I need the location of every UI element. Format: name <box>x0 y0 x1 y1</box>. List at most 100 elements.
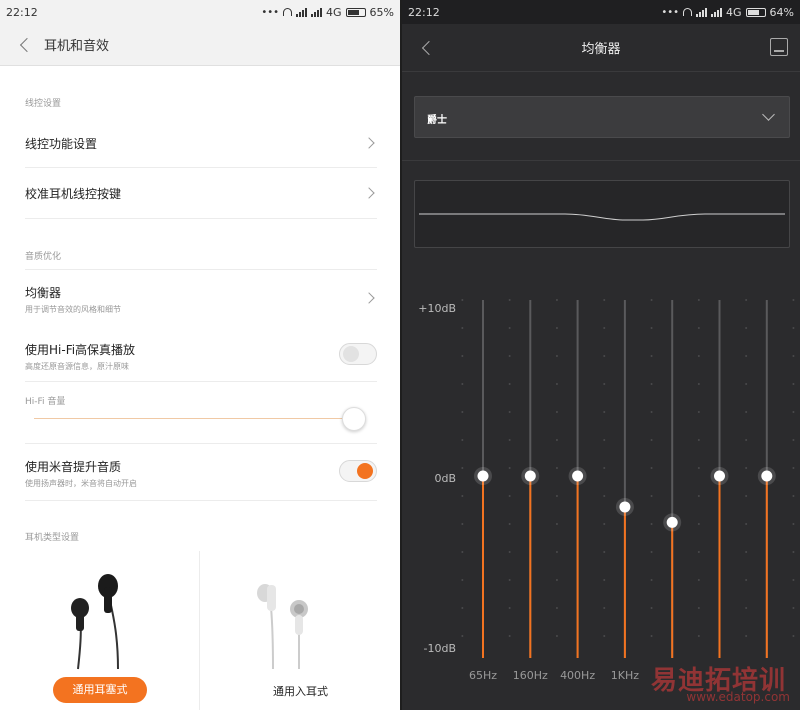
eq-band-thumb[interactable] <box>761 470 773 482</box>
grid-dot <box>508 495 511 497</box>
eq-band-thumb[interactable] <box>524 470 536 482</box>
grid-dot <box>461 523 464 525</box>
grid-dot <box>792 299 795 301</box>
grid-dot <box>461 439 464 441</box>
grid-dot <box>697 327 700 329</box>
calibrate-label: 校准耳机线控按键 <box>25 187 122 201</box>
grid-dot <box>461 467 464 469</box>
page-title: 耳机和音效 <box>44 39 110 54</box>
status-bar: 22:12 ••• 4G 65% <box>0 0 400 24</box>
grid-dot <box>697 635 700 637</box>
grid-dot <box>603 551 606 553</box>
grid-dot <box>745 327 748 329</box>
grid-dot <box>792 551 795 553</box>
freq-label: 160Hz <box>512 669 548 682</box>
grid-dot <box>745 551 748 553</box>
freq-label: 65Hz <box>468 669 498 682</box>
mi-sound-toggle[interactable] <box>339 460 377 482</box>
grid-dot <box>508 635 511 637</box>
hifi-volume-track[interactable] <box>34 418 354 419</box>
divider <box>25 218 377 219</box>
grid-dot <box>697 411 700 413</box>
mi-sound-sub: 使用扬声器时，米音将自动开启 <box>25 479 137 488</box>
grid-dot <box>650 523 653 525</box>
battery-icon <box>345 7 366 17</box>
mi-sound-row: 使用米音提升音质 使用扬声器时，米音将自动开启 <box>25 458 377 490</box>
mi-sound-label: 使用米音提升音质 <box>25 460 122 474</box>
in-ear-option[interactable]: 通用入耳式 <box>201 551 400 710</box>
earbud-button[interactable]: 通用耳塞式 <box>53 677 147 703</box>
grid-dot <box>508 579 511 581</box>
grid-dot <box>697 551 700 553</box>
grid-dot <box>697 299 700 301</box>
grid-dot <box>745 355 748 357</box>
eq-band-thumb[interactable] <box>477 470 489 482</box>
grid-dot <box>555 579 558 581</box>
grid-dot <box>697 607 700 609</box>
grid-dot <box>555 523 558 525</box>
more-dots-icon: ••• <box>261 6 280 18</box>
eq-band-thumb[interactable] <box>714 470 725 482</box>
grid-dot <box>508 523 511 525</box>
grid-dot <box>650 355 653 357</box>
eq-band-thumb[interactable] <box>572 470 584 482</box>
hifi-toggle[interactable] <box>339 343 377 365</box>
back-icon[interactable] <box>19 37 35 52</box>
in-ear-label: 通用入耳式 <box>273 685 328 698</box>
section-type-label: 耳机类型设置 <box>25 533 80 543</box>
eq-band-thumb[interactable] <box>619 501 631 513</box>
eq-band-thumb[interactable] <box>666 516 678 528</box>
wire-function-row[interactable]: 线控功能设置 <box>25 135 377 155</box>
signal-icon <box>296 7 308 17</box>
wire-function-label: 线控功能设置 <box>25 137 98 151</box>
battery-percent: 65% <box>369 5 394 19</box>
hifi-volume-thumb[interactable] <box>342 407 366 431</box>
grid-dot <box>461 579 464 581</box>
grid-dot <box>697 383 700 385</box>
grid-dot <box>603 411 606 413</box>
grid-dot <box>508 327 511 329</box>
grid-dot <box>792 383 795 385</box>
hifi-volume-label: Hi-Fi 音量 <box>25 397 66 407</box>
section-sound-label: 音质优化 <box>25 252 62 262</box>
calibrate-row[interactable]: 校准耳机线控按键 <box>25 185 377 205</box>
grid-dot <box>508 355 511 357</box>
grid-dot <box>461 607 464 609</box>
freq-label: 1KHz <box>610 669 640 682</box>
sound-settings-screen: 22:12 ••• 4G 65% 耳机和音效 线控设置 线控功能设置 校准耳机线… <box>0 0 400 710</box>
grid-dot <box>555 635 558 637</box>
grid-dot <box>555 495 558 497</box>
headphone-icon <box>283 8 293 16</box>
hifi-row: 使用Hi-Fi高保真播放 高度还原音源信息，原汁原味 <box>25 341 377 373</box>
earbud-option[interactable]: 通用耳塞式 <box>0 551 200 710</box>
grid-dot <box>792 355 795 357</box>
grid-dot <box>461 327 464 329</box>
grid-dot <box>508 439 511 441</box>
grid-dot <box>792 579 795 581</box>
divider <box>25 500 377 501</box>
grid-dot <box>650 579 653 581</box>
grid-dot <box>555 299 558 301</box>
grid-dot <box>555 355 558 357</box>
grid-dot <box>555 439 558 441</box>
grid-dot <box>461 299 464 301</box>
grid-dot <box>745 439 748 441</box>
grid-dot <box>650 299 653 301</box>
grid-dot <box>792 523 795 525</box>
section-wire-label: 线控设置 <box>25 99 62 109</box>
grid-dot <box>697 439 700 441</box>
grid-dot <box>745 411 748 413</box>
grid-dot <box>555 467 558 469</box>
grid-dot <box>461 355 464 357</box>
earphone-type-selector: 通用耳塞式 通用入耳式 <box>0 551 400 710</box>
grid-dot <box>461 551 464 553</box>
grid-dot <box>508 383 511 385</box>
grid-dot <box>603 495 606 497</box>
equalizer-row[interactable]: 均衡器 用于调节音效的风格和细节 <box>25 284 377 316</box>
divider <box>25 381 377 382</box>
grid-dot <box>603 299 606 301</box>
grid-dot <box>603 607 606 609</box>
grid-dot <box>603 523 606 525</box>
grid-dot <box>508 299 511 301</box>
grid-dot <box>650 495 653 497</box>
